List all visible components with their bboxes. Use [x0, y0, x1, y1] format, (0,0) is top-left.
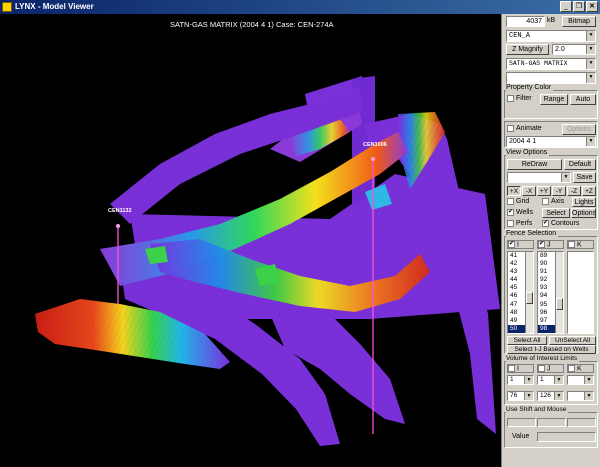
voi-i-max-select[interactable]: 76 ▼: [507, 391, 534, 401]
select-button[interactable]: Select: [542, 208, 570, 218]
default-button[interactable]: Default: [564, 159, 596, 170]
well-label-cen1132: CEN1132: [108, 208, 132, 214]
view-options-button[interactable]: Options: [571, 208, 596, 218]
fence-i-checkbox[interactable]: ✔ I: [507, 240, 534, 249]
title-bar: LYNX - Model Viewer _ ❐ ✕: [0, 0, 600, 14]
fence-k-list[interactable]: [567, 251, 594, 334]
property-color-title: Property Color: [506, 84, 554, 91]
voi-title: Volume of Interest Limits: [506, 355, 580, 362]
z-magnify-button[interactable]: Z Magnify: [506, 44, 549, 55]
minimize-button[interactable]: _: [560, 1, 572, 12]
unselect-all-button[interactable]: UnSelect All: [549, 336, 596, 345]
fence-i-scrollbar[interactable]: [525, 252, 533, 333]
case-select[interactable]: CEN_A ▼: [506, 30, 596, 42]
axis-button-pz[interactable]: +Z: [582, 186, 596, 196]
fence-selection-title: Fence Selection: [506, 230, 559, 237]
redraw-button[interactable]: ReDraw: [507, 159, 562, 170]
axis-button-mx[interactable]: -X: [522, 186, 536, 196]
mouse-i-readout: [507, 418, 536, 427]
control-panel: 4037 kB Bitmap CEN_A ▼ Z Magnify 2.0 ▼ SAT…: [501, 14, 600, 467]
save-view-button[interactable]: Save: [573, 172, 596, 183]
property-select[interactable]: SATN-GAS MATRIX ▼: [506, 58, 596, 70]
well-label-cen1006: CEN1006: [363, 142, 387, 148]
close-button[interactable]: ✕: [586, 1, 598, 12]
restore-button[interactable]: ❐: [573, 1, 585, 12]
axis-button-mz[interactable]: -Z: [567, 186, 581, 196]
animate-options-button[interactable]: Options: [562, 124, 596, 135]
range-button[interactable]: Range: [540, 94, 568, 105]
perfs-checkbox[interactable]: Perfs: [507, 219, 532, 229]
axis-button-px[interactable]: +X: [507, 186, 521, 196]
voi-j-checkbox[interactable]: J: [537, 364, 564, 373]
animate-date-select[interactable]: 2004 4 1 ▼: [506, 136, 596, 147]
auto-button[interactable]: Auto: [570, 94, 596, 105]
memory-unit: kB: [547, 17, 556, 24]
window-title: LYNX - Model Viewer: [15, 2, 94, 11]
fence-i-list[interactable]: 41 42 43 44 45 46 47 48 49 50: [507, 251, 534, 334]
mouse-k-readout: [567, 418, 596, 427]
select-ij-wells-button[interactable]: Select I-J Based on Wells: [507, 345, 596, 354]
axis-button-my[interactable]: -Y: [552, 186, 566, 196]
voi-j-min-select[interactable]: 1 ▼: [537, 375, 564, 385]
voi-j-max-select[interactable]: 126 ▼: [537, 391, 564, 401]
value-readout: [537, 432, 596, 442]
wells-checkbox[interactable]: ✔ Wells: [507, 208, 533, 218]
select-all-button[interactable]: Select All: [507, 336, 547, 345]
secondary-select[interactable]: ▼: [506, 72, 596, 84]
animate-checkbox[interactable]: Animate: [507, 124, 542, 134]
contours-checkbox[interactable]: ✔ Contours: [542, 219, 579, 229]
bitmap-button[interactable]: Bitmap: [562, 16, 596, 27]
reservoir-fence-render: [35, 76, 500, 446]
voi-i-min-select[interactable]: 1 ▼: [507, 375, 534, 385]
fence-j-checkbox[interactable]: ✔ J: [537, 240, 564, 249]
model-viewport[interactable]: SATN-GAS MATRIX (2004 4 1) Case: CEN-274…: [0, 14, 501, 467]
mouse-j-readout: [537, 418, 566, 427]
axis-checkbox[interactable]: Axis: [542, 197, 564, 207]
view-options-title: View Options: [506, 149, 550, 156]
value-label: Value: [512, 433, 530, 440]
voi-k-min-select[interactable]: ▼: [567, 375, 594, 385]
app-icon: [2, 2, 12, 12]
filter-checkbox[interactable]: Filter: [507, 94, 532, 104]
mouse-title: Use Shift and Mouse: [506, 406, 569, 413]
fence-j-scrollbar[interactable]: [555, 252, 563, 333]
voi-k-checkbox[interactable]: K: [567, 364, 594, 373]
grid-checkbox[interactable]: Grid: [507, 197, 529, 207]
viewport-header: SATN-GAS MATRIX (2004 4 1) Case: CEN-274…: [170, 20, 334, 29]
voi-k-max-select[interactable]: ▼: [567, 391, 594, 401]
fence-k-checkbox[interactable]: K: [567, 240, 594, 249]
view-preset-select[interactable]: ▼: [507, 172, 571, 183]
memory-value: 4037: [506, 16, 545, 27]
lights-button[interactable]: Lights: [572, 197, 596, 207]
fence-j-list[interactable]: 89 90 91 92 93 94 95 96 97 98: [537, 251, 564, 334]
z-magnify-select[interactable]: 2.0 ▼: [552, 44, 596, 55]
voi-i-checkbox[interactable]: I: [507, 364, 534, 373]
axis-button-py[interactable]: +Y: [537, 186, 551, 196]
